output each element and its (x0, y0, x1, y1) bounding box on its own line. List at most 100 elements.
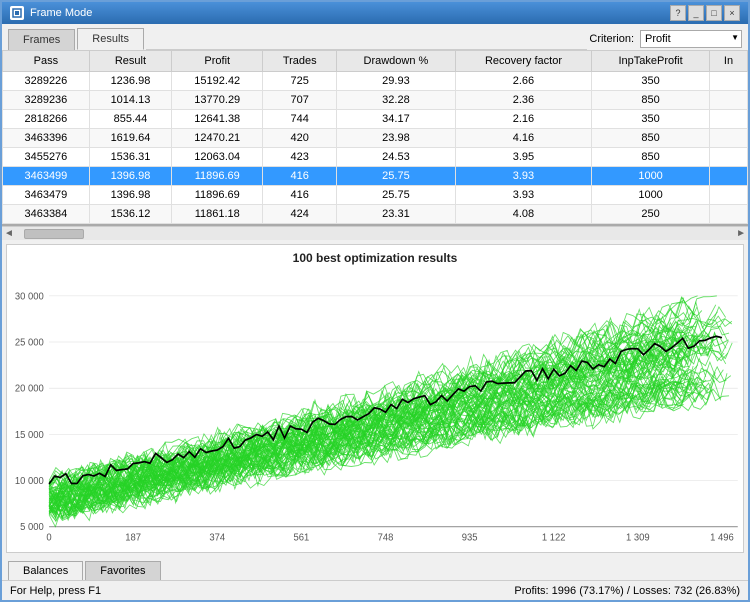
svg-text:15 000: 15 000 (15, 429, 44, 440)
criterion-wrapper: Profit Balance Drawdown Recovery factor (640, 30, 742, 48)
table-cell: 416 (263, 186, 337, 205)
table-row[interactable]: 34634791396.9811896.6941625.753.931000 (3, 186, 748, 205)
table-cell: 11896.69 (172, 167, 263, 186)
table-cell: 250 (592, 205, 710, 224)
table-cell: 855.44 (89, 110, 171, 129)
table-cell (709, 91, 747, 110)
table-cell: 1536.12 (89, 205, 171, 224)
svg-text:187: 187 (125, 532, 141, 543)
horizontal-scrollbar[interactable]: ◄ ► (2, 226, 748, 240)
table-cell (709, 186, 747, 205)
table-row[interactable]: 34633961619.6412470.2142023.984.16850 (3, 129, 748, 148)
svg-text:561: 561 (294, 532, 310, 543)
title-bar: Frame Mode ? _ □ × (2, 2, 748, 24)
table-cell: 25.75 (337, 167, 456, 186)
table-cell: 1000 (592, 167, 710, 186)
table-cell: 423 (263, 148, 337, 167)
col-recovery: Recovery factor (455, 51, 591, 72)
table-cell: 850 (592, 129, 710, 148)
table-cell (709, 167, 747, 186)
table-cell: 3289226 (3, 72, 90, 91)
table-cell: 11861.18 (172, 205, 263, 224)
svg-text:5 000: 5 000 (20, 522, 44, 533)
svg-text:748: 748 (378, 532, 394, 543)
table-cell (709, 72, 747, 91)
table-cell: 25.75 (337, 186, 456, 205)
criterion-label: Criterion: (589, 33, 634, 45)
table-cell: 424 (263, 205, 337, 224)
table-cell (709, 148, 747, 167)
table-cell: 3463396 (3, 129, 90, 148)
tab-frames[interactable]: Frames (8, 29, 75, 50)
svg-text:935: 935 (462, 532, 478, 543)
table-cell: 2.66 (455, 72, 591, 91)
table-cell: 34.17 (337, 110, 456, 129)
table-cell: 3.93 (455, 186, 591, 205)
table-cell: 3455276 (3, 148, 90, 167)
bottom-tabs: Balances Favorites (2, 557, 748, 580)
table-cell: 24.53 (337, 148, 456, 167)
col-profit: Profit (172, 51, 263, 72)
table-row[interactable]: 34634991396.9811896.6941625.753.931000 (3, 167, 748, 186)
table-cell: 1396.98 (89, 167, 171, 186)
table-header-row: Pass Result Profit Trades Drawdown % Rec… (3, 51, 748, 72)
svg-text:10 000: 10 000 (15, 476, 44, 487)
table-cell: 1619.64 (89, 129, 171, 148)
svg-text:30 000: 30 000 (15, 291, 44, 302)
table-cell: 2818266 (3, 110, 90, 129)
table-cell: 1236.98 (89, 72, 171, 91)
minimize-button[interactable]: _ (688, 5, 704, 21)
help-button[interactable]: ? (670, 5, 686, 21)
bottom-tab-favorites[interactable]: Favorites (85, 561, 160, 580)
table-cell: 725 (263, 72, 337, 91)
close-button[interactable]: × (724, 5, 740, 21)
chart-body: 5 000 10 000 15 000 20 000 25 000 30 000… (7, 267, 743, 544)
criterion-select[interactable]: Profit Balance Drawdown Recovery factor (640, 30, 742, 48)
svg-text:20 000: 20 000 (15, 383, 44, 394)
table-row[interactable]: 32892261236.9815192.4272529.932.66350 (3, 72, 748, 91)
svg-text:1 496: 1 496 (710, 532, 734, 543)
table-row[interactable]: 34633841536.1211861.1842423.314.08250 (3, 205, 748, 224)
window-title: Frame Mode (30, 7, 92, 19)
svg-text:374: 374 (209, 532, 225, 543)
main-window: Frame Mode ? _ □ × Frames Results Criter… (0, 0, 750, 602)
table-cell: 3.93 (455, 167, 591, 186)
status-bar: For Help, press F1 Profits: 1996 (73.17%… (2, 580, 748, 600)
table-cell: 707 (263, 91, 337, 110)
bottom-tab-balances[interactable]: Balances (8, 561, 83, 580)
table-body: 32892261236.9815192.4272529.932.66350328… (3, 72, 748, 224)
table-cell: 3289236 (3, 91, 90, 110)
maximize-button[interactable]: □ (706, 5, 722, 21)
table-cell (709, 205, 747, 224)
table-cell: 12470.21 (172, 129, 263, 148)
chart-title: 100 best optimization results (7, 245, 743, 267)
title-bar-left: Frame Mode (10, 6, 92, 20)
table-cell: 350 (592, 72, 710, 91)
scrollbar-thumb[interactable] (24, 229, 84, 239)
table-cell: 3.95 (455, 148, 591, 167)
col-inptake: InpTakeProfit (592, 51, 710, 72)
table-cell: 12063.04 (172, 148, 263, 167)
table-row[interactable]: 34552761536.3112063.0442324.533.95850 (3, 148, 748, 167)
tab-results[interactable]: Results (77, 28, 144, 50)
title-bar-controls: ? _ □ × (670, 5, 740, 21)
table-cell: 1396.98 (89, 186, 171, 205)
table-cell: 23.98 (337, 129, 456, 148)
table-cell: 2.36 (455, 91, 591, 110)
help-text: For Help, press F1 (10, 585, 101, 597)
table-cell (709, 129, 747, 148)
col-drawdown: Drawdown % (337, 51, 456, 72)
svg-text:0: 0 (46, 532, 52, 543)
col-result: Result (89, 51, 171, 72)
svg-text:25 000: 25 000 (15, 337, 44, 348)
table-cell: 11896.69 (172, 186, 263, 205)
chart-svg: 5 000 10 000 15 000 20 000 25 000 30 000… (7, 267, 743, 544)
table-cell: 1014.13 (89, 91, 171, 110)
table-cell: 4.16 (455, 129, 591, 148)
table-row[interactable]: 2818266855.4412641.3874434.172.16350 (3, 110, 748, 129)
results-table-container[interactable]: Pass Result Profit Trades Drawdown % Rec… (2, 50, 748, 226)
table-cell: 850 (592, 91, 710, 110)
table-cell: 15192.42 (172, 72, 263, 91)
stats-text: Profits: 1996 (73.17%) / Losses: 732 (26… (514, 585, 740, 597)
table-row[interactable]: 32892361014.1313770.2970732.282.36850 (3, 91, 748, 110)
